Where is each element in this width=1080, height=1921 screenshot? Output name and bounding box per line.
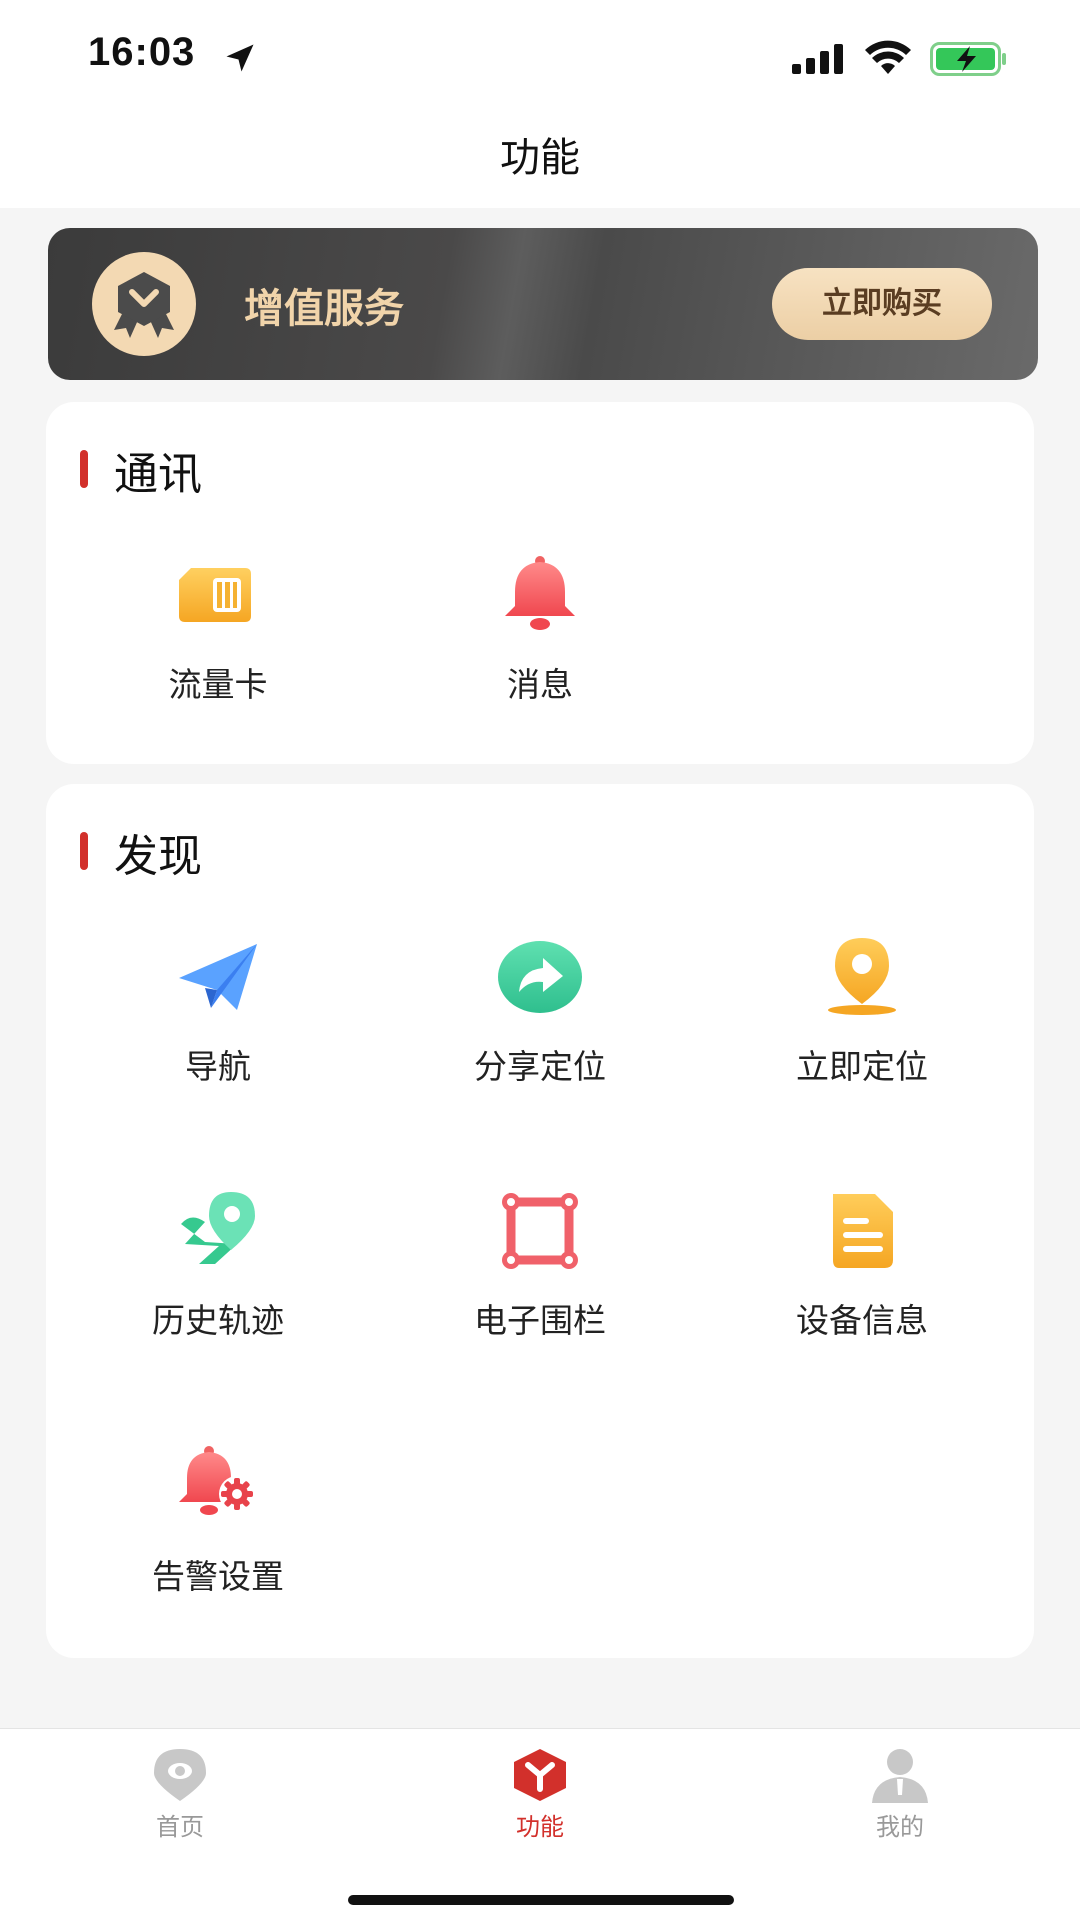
section-marker — [80, 832, 88, 870]
discover-section: 发现 导航 分享定位 立即定位 历史轨迹 电子围栏 设备信息 告警设置 — [46, 784, 1034, 1658]
grid-item-label: 电子围栏 — [474, 1301, 606, 1340]
grid-item-share-location[interactable]: 分享定位 — [380, 934, 700, 1088]
grid-item-geofence[interactable]: 电子围栏 — [380, 1188, 700, 1342]
wifi-icon — [865, 40, 911, 74]
nav-header: 功能 — [0, 110, 1080, 208]
bottom-tab-bar: 首页 功能 我的 — [0, 1728, 1080, 1921]
status-time: 16:03 — [88, 30, 196, 74]
track-route-icon — [181, 1192, 255, 1264]
tab-label: 首页 — [156, 1813, 204, 1841]
home-indicator — [348, 1895, 734, 1905]
status-bar: 16:03 — [0, 0, 1080, 110]
section-title-discover: 发现 — [114, 831, 202, 882]
grid-item-alarm-settings[interactable]: 告警设置 — [58, 1444, 378, 1598]
location-pin-icon — [828, 938, 896, 1015]
tab-label: 我的 — [876, 1813, 924, 1841]
vip-title: 增值服务 — [244, 286, 404, 332]
grid-item-history-track[interactable]: 历史轨迹 — [58, 1188, 378, 1342]
tab-label: 功能 — [516, 1813, 564, 1841]
home-pin-icon — [154, 1749, 206, 1801]
grid-item-label: 导航 — [185, 1047, 251, 1086]
document-icon — [833, 1194, 893, 1268]
tab-home[interactable]: 首页 — [80, 1747, 280, 1842]
grid-item-data-card[interactable]: 流量卡 — [58, 552, 378, 706]
sim-card-icon — [179, 568, 251, 622]
vip-badge-icon — [92, 252, 196, 356]
function-icon — [514, 1749, 566, 1801]
signal-icon — [792, 44, 843, 74]
grid-item-device-info[interactable]: 设备信息 — [702, 1188, 1022, 1342]
section-marker — [80, 450, 88, 488]
grid-item-label: 流量卡 — [168, 665, 268, 704]
grid-item-label: 分享定位 — [474, 1047, 606, 1086]
battery-charging-icon — [930, 42, 1006, 76]
share-arrow-icon — [498, 941, 582, 1013]
location-arrow-icon — [226, 44, 254, 72]
grid-item-label: 设备信息 — [796, 1301, 928, 1340]
tab-functions[interactable]: 功能 — [440, 1747, 640, 1842]
page-title: 功能 — [500, 135, 580, 181]
section-title-communication: 通讯 — [114, 449, 202, 500]
communication-section: 通讯 流量卡 消息 — [46, 402, 1034, 764]
grid-item-locate-now[interactable]: 立即定位 — [702, 934, 1022, 1088]
profile-icon — [872, 1749, 928, 1803]
value-added-service-banner[interactable]: 增值服务 立即购买 — [48, 228, 1038, 380]
grid-item-label: 历史轨迹 — [152, 1301, 284, 1340]
grid-item-label: 消息 — [507, 665, 573, 704]
bell-icon — [505, 556, 575, 630]
alarm-settings-icon — [179, 1446, 255, 1515]
grid-item-messages[interactable]: 消息 — [380, 552, 700, 706]
fence-icon — [502, 1193, 578, 1269]
tab-mine[interactable]: 我的 — [800, 1747, 1000, 1842]
grid-item-label: 告警设置 — [152, 1557, 284, 1596]
buy-now-button[interactable]: 立即购买 — [772, 268, 992, 340]
paper-plane-icon — [179, 944, 257, 1010]
grid-item-label: 立即定位 — [796, 1047, 928, 1086]
grid-item-navigation[interactable]: 导航 — [58, 934, 378, 1088]
